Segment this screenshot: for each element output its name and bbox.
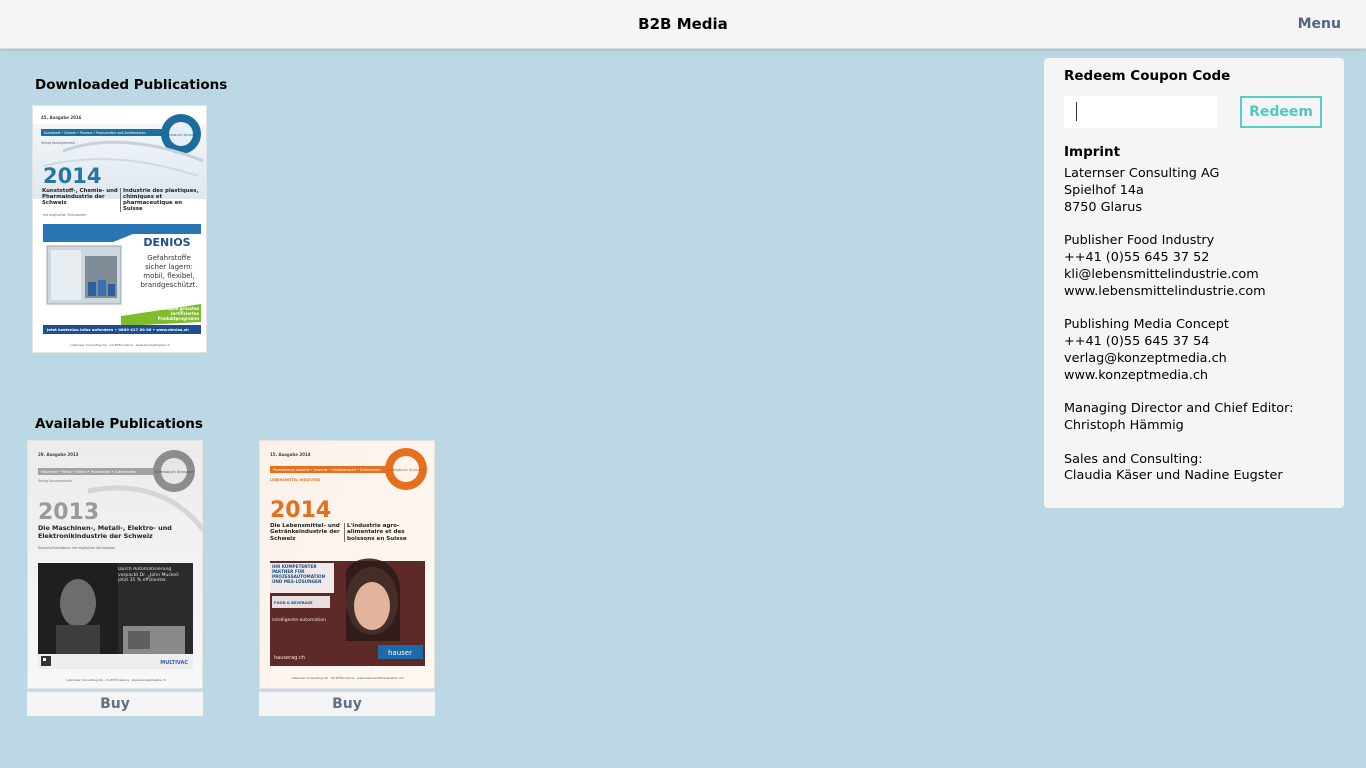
ad-slogan: Gefahrstoffe sicher lagern: mobil, flexi…: [140, 254, 198, 289]
imprint-line: Laternser Consulting AG: [1064, 166, 1220, 181]
cover-headline: Die Maschinen-, Metall-, Elektro- und El…: [38, 525, 172, 540]
imprint-line: Publisher Food Industry: [1064, 233, 1215, 249]
imprint-line: 8750 Glarus: [1064, 199, 1142, 215]
imprint-spacer: [1064, 216, 1324, 233]
app-header: B2B Media Menu: [0, 0, 1366, 49]
cover-headline-fr: Industrie des plastiques, chimiques et p…: [120, 188, 200, 212]
coupon-title: Redeem Coupon Code: [1064, 68, 1231, 84]
cover-year: 2014: [270, 498, 331, 523]
available-section-title: Available Publications: [35, 416, 203, 432]
ad-url: hauserag.ch: [274, 655, 305, 661]
imprint-line: Sales and Consulting:: [1064, 451, 1203, 467]
imprint-email: kli@lebensmittelindustrie.com: [1064, 266, 1259, 282]
cover-publisher: LEBENSMITTEL INDUSTRIE: [270, 478, 321, 482]
imprint-spacer: [1064, 300, 1324, 317]
cover-footer: Laternser Consulting AG · Ch-8750 Glarus…: [70, 343, 169, 347]
imprint-phone: ++41 (0)55 645 37 54: [1064, 333, 1210, 349]
ad-line-2: FOOD & BEVERAGE: [274, 601, 313, 605]
cover-topbar: Produzierende Industrie • Gewerbe • Getr…: [273, 468, 381, 472]
imprint-title: Imprint: [1064, 144, 1121, 160]
coupon-row: Redeem: [1064, 96, 1324, 140]
publication-cover-available-1[interactable]: 29. Ausgabe 2013 Maschinen • Metall • El…: [27, 440, 203, 689]
imprint-email: verlag@konzeptmedia.ch: [1064, 350, 1227, 366]
imprint-spacer: [1064, 384, 1324, 401]
imprint-spacer: [1064, 435, 1324, 452]
publication-cover-downloaded[interactable]: 45. Ausgabe 2016 Kunststoff • Chemie • P…: [32, 105, 207, 353]
cover-badge-text: Adressbuch Annuaire: [387, 468, 426, 472]
imprint-website: www.lebensmittelindustrie.com: [1064, 283, 1266, 299]
cover-publisher: Verlag Konzeptmedia: [41, 141, 75, 145]
text-caret: [1076, 102, 1077, 121]
cover-publisher: Verlag Konzeptmedia: [38, 479, 72, 483]
cover-year: 2013: [38, 500, 99, 525]
imprint-line: Managing Director and Chief Editor:: [1064, 401, 1294, 417]
ad-text: Durch Automatisierung verpackt Dr. „John…: [118, 567, 179, 584]
cover-year: 2014: [43, 164, 101, 188]
cover-artwork: 45. Ausgabe 2016 Kunststoff • Chemie • P…: [33, 106, 206, 352]
cover-badge-text: Adressbuch Annuaire: [155, 470, 194, 474]
cover-topbar: Maschinen • Metall • Elektro • Produzent…: [41, 470, 136, 474]
buy-button-1[interactable]: Buy: [27, 690, 203, 716]
ad-brand: hauser: [388, 649, 412, 657]
cover-headline-de: Kunststoff-, Chemie- und Pharmaindustrie…: [42, 188, 118, 206]
cover-footer: Laternser Consulting AG · Ch-8750 Glarus…: [292, 676, 405, 680]
imprint-line: Spielhof 14a: [1064, 182, 1144, 198]
ad-brand: DENIOS: [143, 236, 190, 249]
cover-headline-de: Die Lebensmittel- und Getränkeindustrie …: [270, 523, 340, 542]
ad-green-text: Europas grösstes zertifiziertes Produktp…: [157, 306, 199, 321]
cover-edition: 15. Ausgabe 2014: [270, 452, 311, 457]
imprint-line: Publishing Media Concept: [1064, 317, 1229, 333]
coupon-code-input[interactable]: [1064, 96, 1217, 128]
cover-edition: 29. Ausgabe 2013: [38, 452, 79, 457]
cover-subline: Deutsch/Französisch mit englischen Stich…: [38, 546, 115, 550]
cover-badge-text: Adressbuch Annuaire: [162, 133, 201, 137]
cover-subline: mit englischen Stichworten: [43, 213, 87, 217]
redeem-button[interactable]: Redeem: [1240, 96, 1322, 128]
imprint-line: Claudia Käser und Nadine Eugster: [1064, 468, 1283, 484]
menu-button[interactable]: Menu: [1298, 16, 1341, 32]
buy-button-2[interactable]: Buy: [259, 690, 435, 716]
imprint-phone: ++41 (0)55 645 37 52: [1064, 249, 1210, 265]
ad-bar-text: Jetzt kostenlos Infos anfordern • 0800 4…: [46, 327, 189, 332]
ad-line-1: IHR KOMPETENTER PARTNER FÜR PROZESSAUTOM…: [272, 564, 326, 584]
coupon-imprint-panel: Redeem Coupon Code Redeem Imprint Latern…: [1044, 58, 1344, 508]
publication-cover-available-2[interactable]: 15. Ausgabe 2014 Produzierende Industrie…: [259, 440, 435, 689]
cover-topbar: Kunststoff • Chemie • Pharma • Produzent…: [44, 131, 146, 135]
cover-artwork: 15. Ausgabe 2014 Produzierende Industrie…: [260, 441, 434, 688]
imprint-body: Laternser Consulting AG Spielhof 14a 875…: [1064, 166, 1324, 485]
cover-edition: 45. Ausgabe 2016: [41, 115, 82, 120]
ad-line-3: intelligente-automation: [272, 617, 326, 623]
ad-brand: MULTIVAC: [160, 660, 188, 666]
downloaded-section-title: Downloaded Publications: [35, 77, 228, 93]
imprint-line: Christoph Hämmig: [1064, 417, 1184, 433]
app-title: B2B Media: [638, 15, 728, 33]
cover-headline-fr: L'industrie agro-alimentaire et des bois…: [344, 523, 430, 543]
cover-footer: Laternser Consulting AG · Ch-8750 Glarus…: [66, 678, 165, 682]
imprint-website: www.konzeptmedia.ch: [1064, 367, 1208, 383]
cover-artwork: 29. Ausgabe 2013 Maschinen • Metall • El…: [28, 441, 202, 688]
